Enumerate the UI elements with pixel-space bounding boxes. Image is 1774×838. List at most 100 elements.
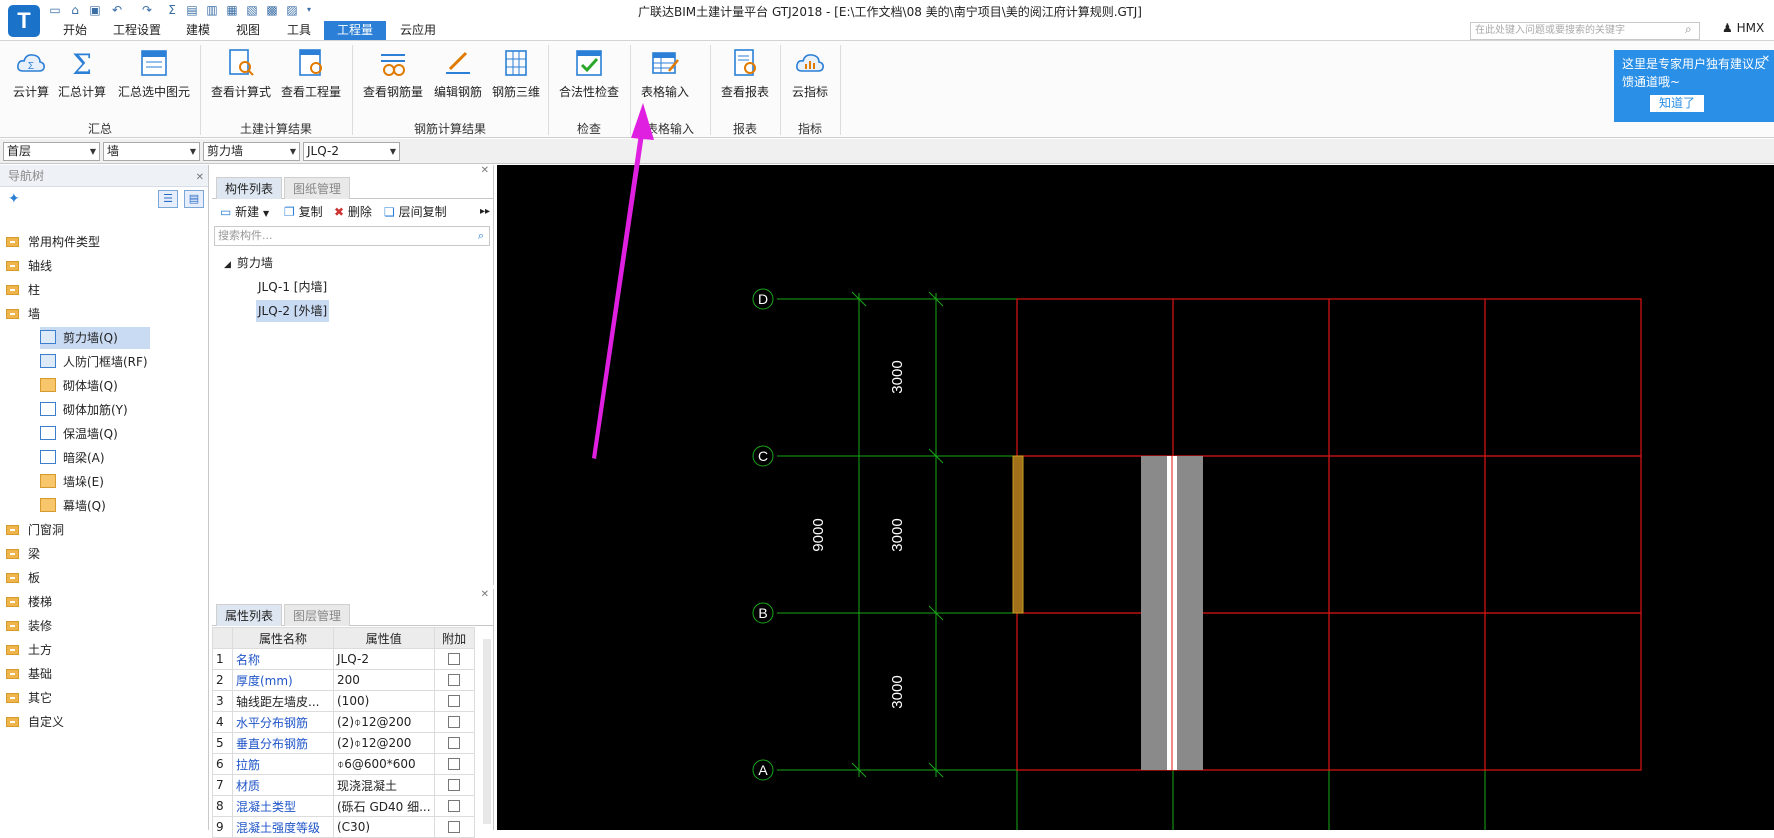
- extra-checkbox[interactable]: [448, 674, 461, 686]
- undo-icon[interactable]: ↶: [110, 3, 124, 17]
- summary-calc-button[interactable]: Σ 汇总计算: [56, 47, 108, 113]
- tree-item-curtain-wall[interactable]: 幕墙(Q): [40, 495, 106, 517]
- tree-item-wall-pier[interactable]: 墙垛(E): [40, 471, 104, 493]
- cad-drawing[interactable]: D C B A 3000 3000 3000 9000: [497, 165, 1774, 830]
- extra-checkbox[interactable]: [448, 695, 461, 707]
- tree-item-slab[interactable]: 板: [6, 567, 40, 589]
- category-select[interactable]: 墙 ▼: [103, 142, 200, 161]
- user-menu[interactable]: ♟ HMX: [1722, 21, 1764, 35]
- cloud-index-button[interactable]: 云指标: [784, 47, 836, 113]
- table-icon[interactable]: ▦: [225, 3, 239, 17]
- tab-layer-management[interactable]: 图层管理: [284, 604, 351, 626]
- property-row[interactable]: 3 轴线距左墙皮... (100): [212, 690, 475, 712]
- drawing-canvas[interactable]: D C B A 3000 3000 3000 9000: [497, 165, 1774, 830]
- tree-item-shear-wall[interactable]: 剪力墙(Q): [40, 327, 150, 349]
- report-icon[interactable]: ▥: [205, 3, 219, 17]
- view-rebar-button[interactable]: 查看钢筋量: [358, 47, 428, 113]
- property-value[interactable]: (2)⌽12@200: [333, 732, 435, 754]
- component-search-input[interactable]: 搜索构件... ⌕: [214, 226, 490, 246]
- rebar-icon[interactable]: ▧: [245, 3, 259, 17]
- property-value[interactable]: (100): [333, 690, 435, 712]
- property-row[interactable]: 8 混凝土类型 (砾石 GD40 细...: [212, 795, 475, 817]
- app-logo[interactable]: T: [8, 5, 40, 37]
- copy-button[interactable]: ❐ 复制: [284, 200, 323, 224]
- extra-checkbox[interactable]: [448, 653, 461, 665]
- tree-item-other[interactable]: 其它: [6, 687, 52, 709]
- property-row[interactable]: 4 水平分布钢筋 (2)⌽12@200: [212, 711, 475, 733]
- tab-modeling[interactable]: 建模: [178, 21, 218, 40]
- axis-bubble-c[interactable]: C: [752, 445, 774, 467]
- calc-view-icon[interactable]: ▤: [185, 3, 199, 17]
- floor-select[interactable]: 首层 ▼: [3, 142, 100, 161]
- property-value[interactable]: 现浇混凝土: [333, 774, 435, 796]
- close-icon[interactable]: ✕: [481, 589, 489, 600]
- tree-item-openings[interactable]: 门窗洞: [6, 519, 64, 541]
- new-button[interactable]: ▭ 新建 ▼: [220, 200, 269, 226]
- tree-item-earthwork[interactable]: 土方: [6, 639, 52, 661]
- property-row[interactable]: 1 名称 JLQ-2: [212, 648, 475, 670]
- axis-bubble-b[interactable]: B: [752, 602, 774, 624]
- property-value[interactable]: 200: [333, 669, 435, 691]
- component-item-jlq2[interactable]: JLQ-2 [外墙]: [256, 300, 330, 322]
- pin-icon[interactable]: ✦: [8, 191, 20, 207]
- tree-item-masonry-wall[interactable]: 砌体墙(Q): [40, 375, 118, 397]
- save-icon[interactable]: ▣: [88, 3, 102, 17]
- tree-item-hidden-beam[interactable]: 暗梁(A): [40, 447, 105, 469]
- tab-cloud-apps[interactable]: 云应用: [393, 21, 443, 40]
- tab-component-list[interactable]: 构件列表: [216, 177, 283, 199]
- extra-checkbox[interactable]: [448, 737, 461, 749]
- property-scrollbar[interactable]: [483, 639, 491, 824]
- redo-icon[interactable]: ↷: [140, 3, 154, 17]
- extra-checkbox[interactable]: [448, 779, 461, 791]
- property-row[interactable]: 6 拉筋 ⌽6@600*600: [212, 753, 475, 775]
- component-group-shear-wall[interactable]: ◢ 剪力墙: [224, 252, 273, 274]
- tree-item-wall[interactable]: 墙: [6, 303, 40, 325]
- view-quantity-button[interactable]: 查看工程量: [276, 47, 346, 113]
- tab-project-settings[interactable]: 工程设置: [107, 21, 167, 40]
- card-view-icon[interactable]: ▤: [184, 190, 204, 208]
- tooltip-close-icon[interactable]: ✕: [1762, 51, 1770, 69]
- extra-checkbox[interactable]: [448, 758, 461, 770]
- view-report-button[interactable]: 查看报表: [716, 47, 774, 113]
- more-icon[interactable]: ▸▸: [480, 200, 490, 224]
- tree-item-foundation[interactable]: 基础: [6, 663, 52, 685]
- summary-selected-button[interactable]: 汇总选中图元: [112, 47, 196, 113]
- tab-quantities[interactable]: 工程量: [324, 21, 386, 40]
- shear-wall-element[interactable]: [1012, 455, 1024, 614]
- property-value[interactable]: JLQ-2: [333, 648, 435, 670]
- tree-item-decoration[interactable]: 装修: [6, 615, 52, 637]
- search-icon[interactable]: ⌕: [1685, 22, 1692, 37]
- property-value[interactable]: ⌽6@600*600: [333, 753, 435, 775]
- close-icon[interactable]: ✕: [196, 167, 204, 189]
- extra-checkbox[interactable]: [448, 821, 461, 833]
- tree-item-axis[interactable]: 轴线: [6, 255, 52, 277]
- extra-checkbox[interactable]: [448, 716, 461, 728]
- axis-bubble-a[interactable]: A: [752, 759, 774, 781]
- rebar-3d-button[interactable]: 钢筋三维: [488, 47, 544, 113]
- table-input-button[interactable]: 表格输入: [636, 47, 694, 113]
- customize-toolbar-icon[interactable]: ▾: [302, 3, 316, 17]
- property-row[interactable]: 9 混凝土强度等级 (C30): [212, 816, 475, 838]
- axis-bubble-d[interactable]: D: [752, 288, 774, 310]
- tree-item-common[interactable]: 常用构件类型: [6, 231, 100, 253]
- property-value[interactable]: (2)⌽12@200: [333, 711, 435, 733]
- tree-item-beam[interactable]: 梁: [6, 543, 40, 565]
- export-icon[interactable]: ▨: [285, 3, 299, 17]
- tree-item-civil-defense-wall[interactable]: 人防门框墙(RF): [40, 351, 148, 373]
- tab-tools[interactable]: 工具: [279, 21, 319, 40]
- component-select[interactable]: JLQ-2 ▼: [303, 142, 400, 161]
- component-item-jlq1[interactable]: JLQ-1 [内墙]: [256, 276, 329, 298]
- view-formula-button[interactable]: 查看计算式: [208, 47, 274, 113]
- tab-property-list[interactable]: 属性列表: [216, 604, 283, 626]
- edit-rebar-button[interactable]: 编辑钢筋: [430, 47, 486, 113]
- tree-item-column[interactable]: 柱: [6, 279, 40, 301]
- delete-button[interactable]: ✖ 删除: [334, 200, 372, 224]
- tree-item-masonry-rebar[interactable]: 砌体加筋(Y): [40, 399, 128, 421]
- tree-item-custom[interactable]: 自定义: [6, 711, 64, 733]
- tab-start[interactable]: 开始: [55, 21, 95, 40]
- tab-view[interactable]: 视图: [228, 21, 268, 40]
- tree-item-stairs[interactable]: 楼梯: [6, 591, 52, 613]
- property-row[interactable]: 7 材质 现浇混凝土: [212, 774, 475, 796]
- list-view-icon[interactable]: ☰: [158, 190, 178, 208]
- close-icon[interactable]: ✕: [481, 165, 489, 176]
